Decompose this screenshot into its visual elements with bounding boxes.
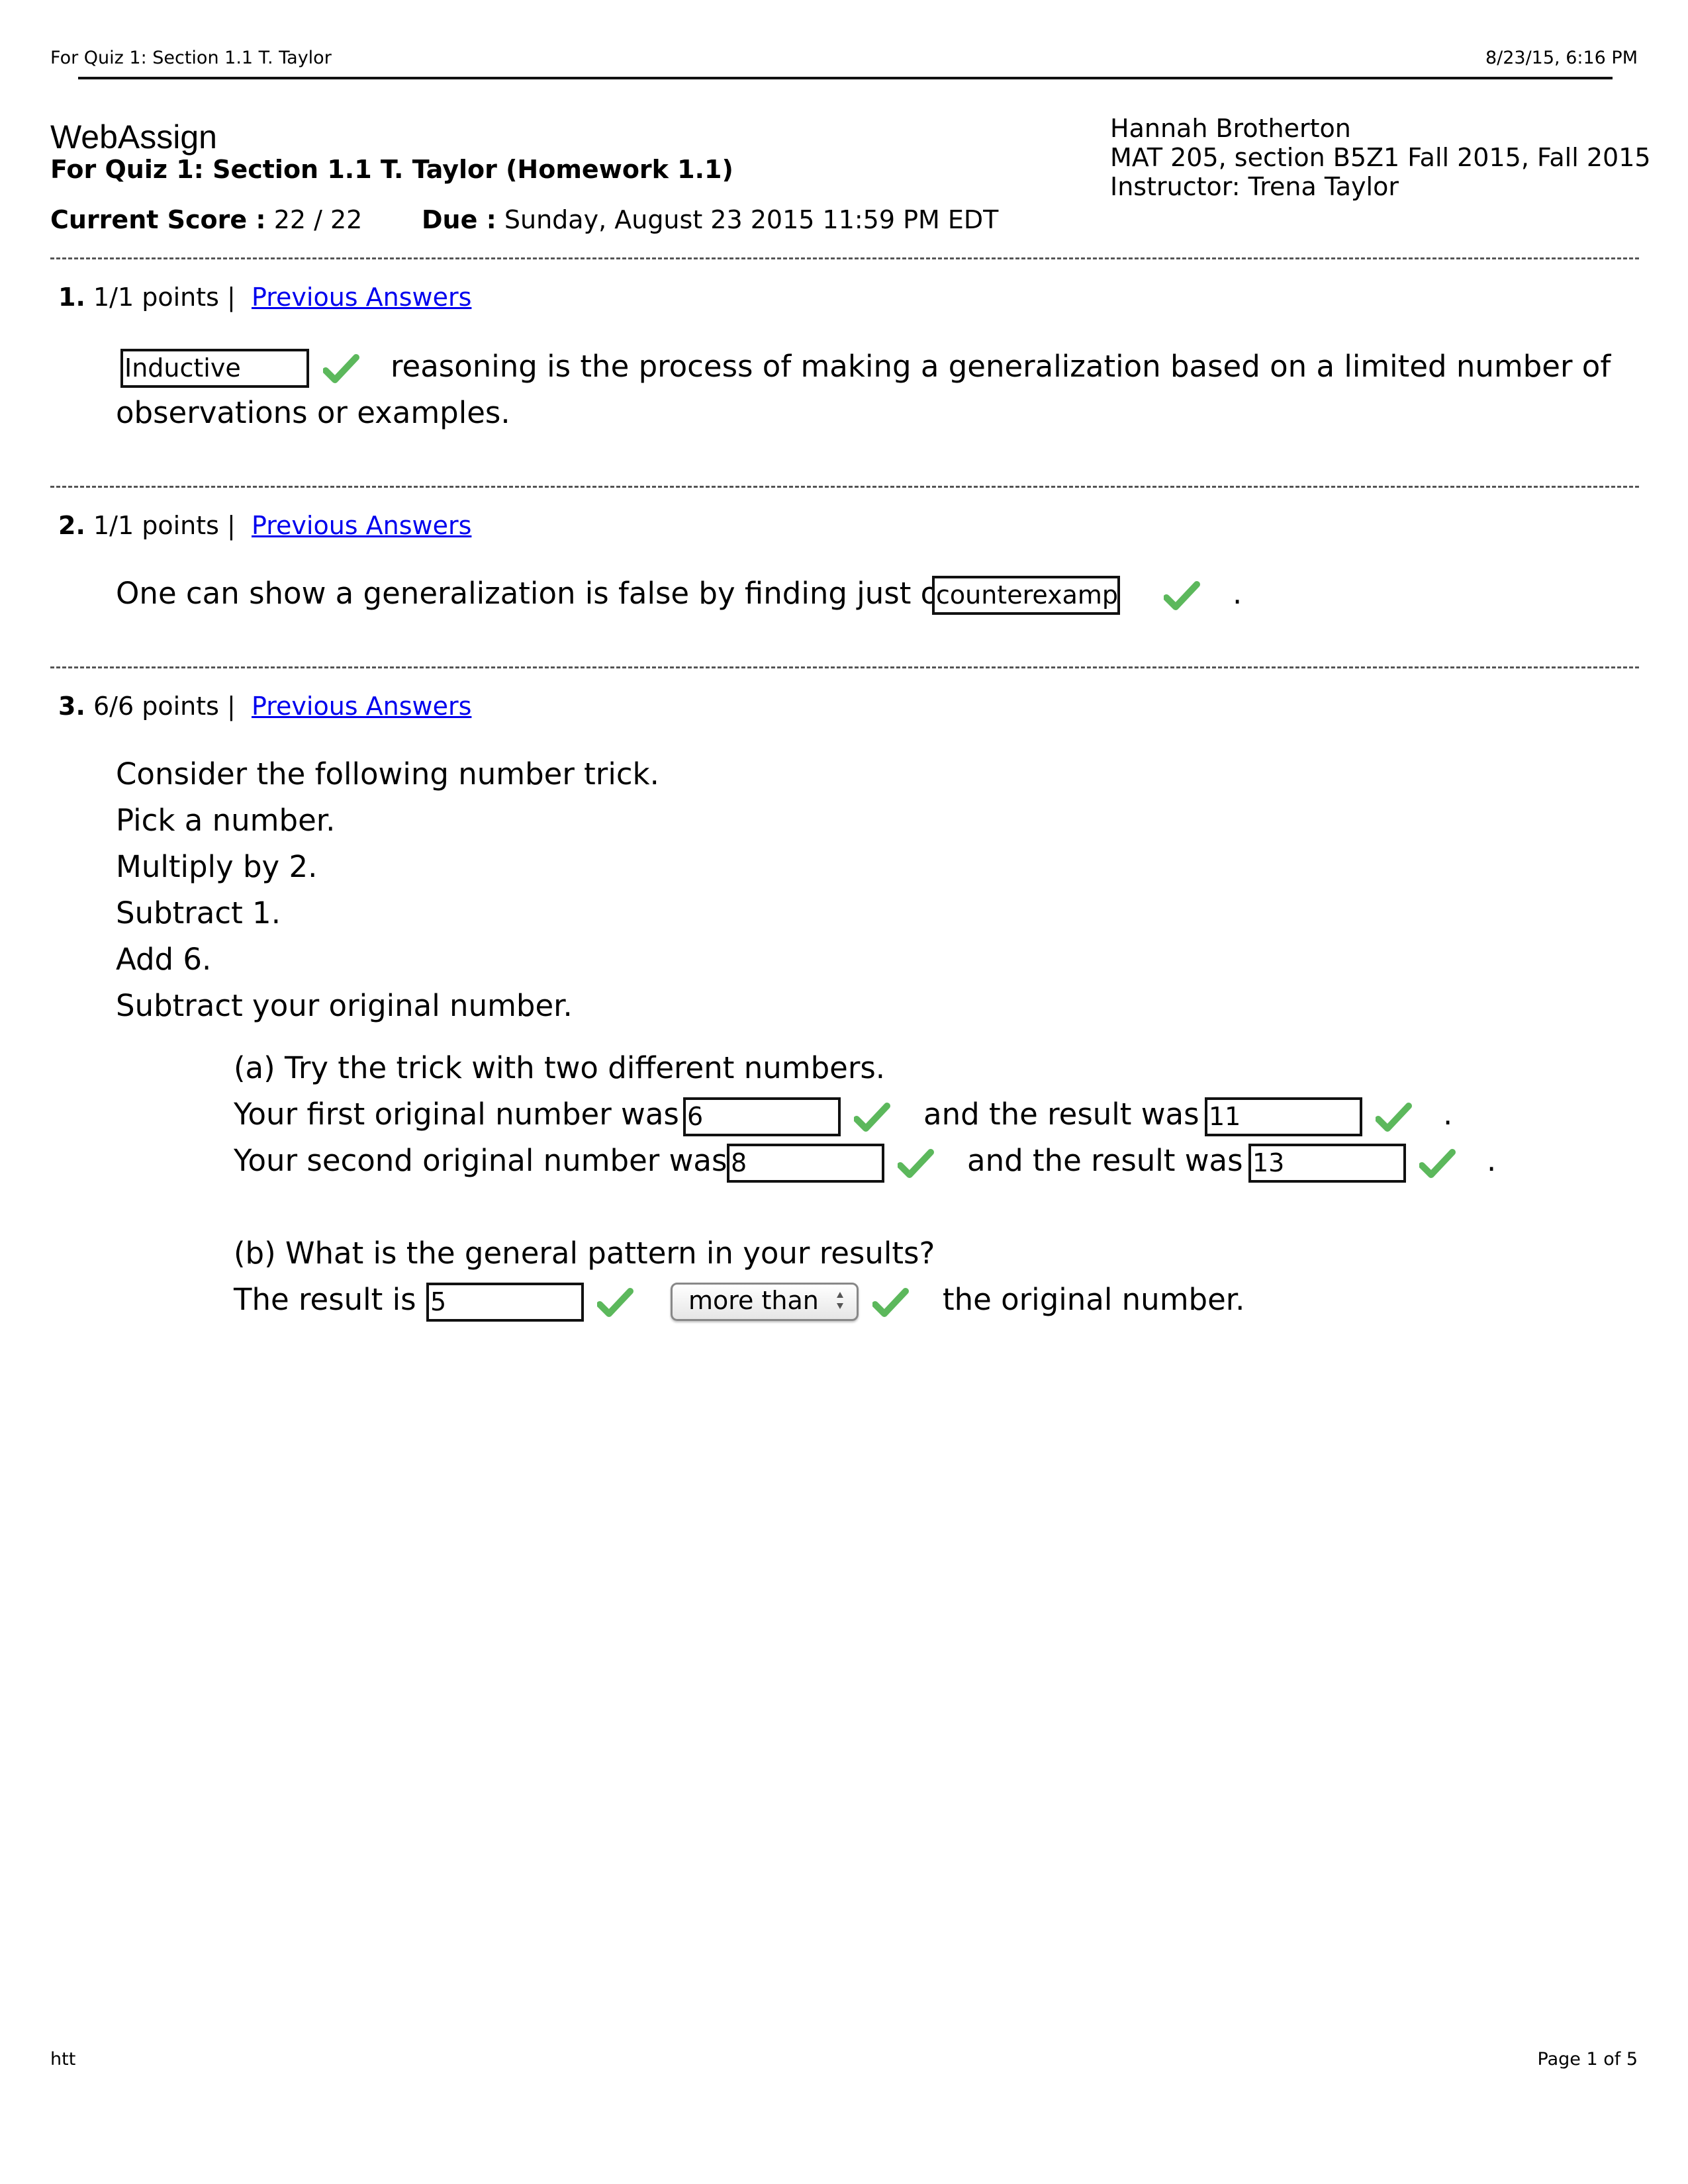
question-2-text: One can show a generalization is false b… xyxy=(116,576,976,611)
due-label: Due : xyxy=(422,205,496,234)
question-points: 1/1 points | xyxy=(93,511,236,540)
first-result-label: and the result was xyxy=(923,1097,1199,1132)
due-value: Sunday, August 23 2015 11:59 PM EDT xyxy=(504,205,999,234)
question-3-header: 3. 6/6 points | Previous Answers xyxy=(58,692,471,721)
first-number-label: Your first original number was xyxy=(234,1097,679,1132)
correct-check-icon xyxy=(1419,1149,1456,1178)
result-label: The result is xyxy=(234,1282,416,1317)
trick-step: Subtract your original number. xyxy=(116,988,573,1023)
question-2-period: . xyxy=(1233,576,1243,611)
question-1-header: 1. 1/1 points | Previous Answers xyxy=(58,283,471,312)
first-period: . xyxy=(1443,1097,1453,1132)
correct-check-icon xyxy=(597,1288,633,1317)
course-name: MAT 205, section B5Z1 Fall 2015, Fall 20… xyxy=(1110,143,1651,172)
answer-input-q2[interactable]: counterexample xyxy=(932,576,1120,615)
second-number-label: Your second original number was xyxy=(234,1143,727,1178)
second-number-input[interactable]: 8 xyxy=(727,1144,884,1183)
trick-step: Pick a number. xyxy=(116,803,336,838)
correct-check-icon xyxy=(854,1103,890,1132)
brand-logo-text: WebAssign xyxy=(50,118,217,156)
divider xyxy=(50,257,1639,259)
part-a-prompt: (a) Try the trick with two different num… xyxy=(234,1050,886,1085)
question-number: 1. xyxy=(58,283,85,312)
question-1-text-line2: observations or examples. xyxy=(116,395,510,430)
comparison-select[interactable]: more than xyxy=(671,1283,859,1321)
print-header-title: For Quiz 1: Section 1.1 T. Taylor xyxy=(50,48,332,68)
first-number-input[interactable]: 6 xyxy=(683,1097,841,1136)
score-line: Current Score : 22 / 22 xyxy=(50,205,362,234)
question-points: 1/1 points | xyxy=(93,283,236,312)
divider xyxy=(50,666,1639,668)
score-label: Current Score : xyxy=(50,205,266,234)
question-number: 3. xyxy=(58,692,85,721)
question-points: 6/6 points | xyxy=(93,692,236,721)
print-header-timestamp: 8/23/15, 6:16 PM xyxy=(1485,48,1638,68)
previous-answers-link[interactable]: Previous Answers xyxy=(252,511,471,540)
student-info: Hannah Brotherton MAT 205, section B5Z1 … xyxy=(1110,114,1651,201)
correct-check-icon xyxy=(1164,581,1200,610)
score-value: 22 / 22 xyxy=(273,205,363,234)
print-footer-page: Page 1 of 5 xyxy=(1537,2049,1638,2070)
correct-check-icon xyxy=(1376,1103,1412,1132)
print-footer-url: htt xyxy=(50,2049,76,2070)
comparison-select-value: more than xyxy=(688,1286,819,1315)
instructor-name: Instructor: Trena Taylor xyxy=(1110,172,1399,201)
first-result-input[interactable]: 11 xyxy=(1205,1097,1362,1136)
question-number: 2. xyxy=(58,511,85,540)
second-period: . xyxy=(1487,1143,1497,1178)
question-1-text: reasoning is the process of making a gen… xyxy=(391,349,1611,384)
assignment-title: For Quiz 1: Section 1.1 T. Taylor (Homew… xyxy=(50,155,733,184)
correct-check-icon xyxy=(323,354,359,383)
part-b-prompt: (b) What is the general pattern in your … xyxy=(234,1236,935,1271)
correct-check-icon xyxy=(898,1149,934,1178)
second-result-input[interactable]: 13 xyxy=(1248,1144,1406,1183)
due-line: Due : Sunday, August 23 2015 11:59 PM ED… xyxy=(422,205,998,234)
question-2-header: 2. 1/1 points | Previous Answers xyxy=(58,511,471,540)
trick-step: Subtract 1. xyxy=(116,895,281,931)
answer-input-q1[interactable]: Inductive xyxy=(120,349,309,388)
result-difference-input[interactable]: 5 xyxy=(426,1283,584,1322)
trick-intro: Consider the following number trick. xyxy=(116,756,659,792)
part-b-text-after: the original number. xyxy=(943,1282,1245,1317)
previous-answers-link[interactable]: Previous Answers xyxy=(252,692,471,721)
trick-step: Add 6. xyxy=(116,942,212,977)
print-header-rule xyxy=(78,77,1613,79)
select-arrows-icon xyxy=(837,1292,843,1309)
correct-check-icon xyxy=(872,1288,909,1317)
divider xyxy=(50,486,1639,488)
second-result-label: and the result was xyxy=(967,1143,1243,1178)
trick-step: Multiply by 2. xyxy=(116,849,318,884)
previous-answers-link[interactable]: Previous Answers xyxy=(252,283,471,312)
student-name: Hannah Brotherton xyxy=(1110,114,1351,143)
